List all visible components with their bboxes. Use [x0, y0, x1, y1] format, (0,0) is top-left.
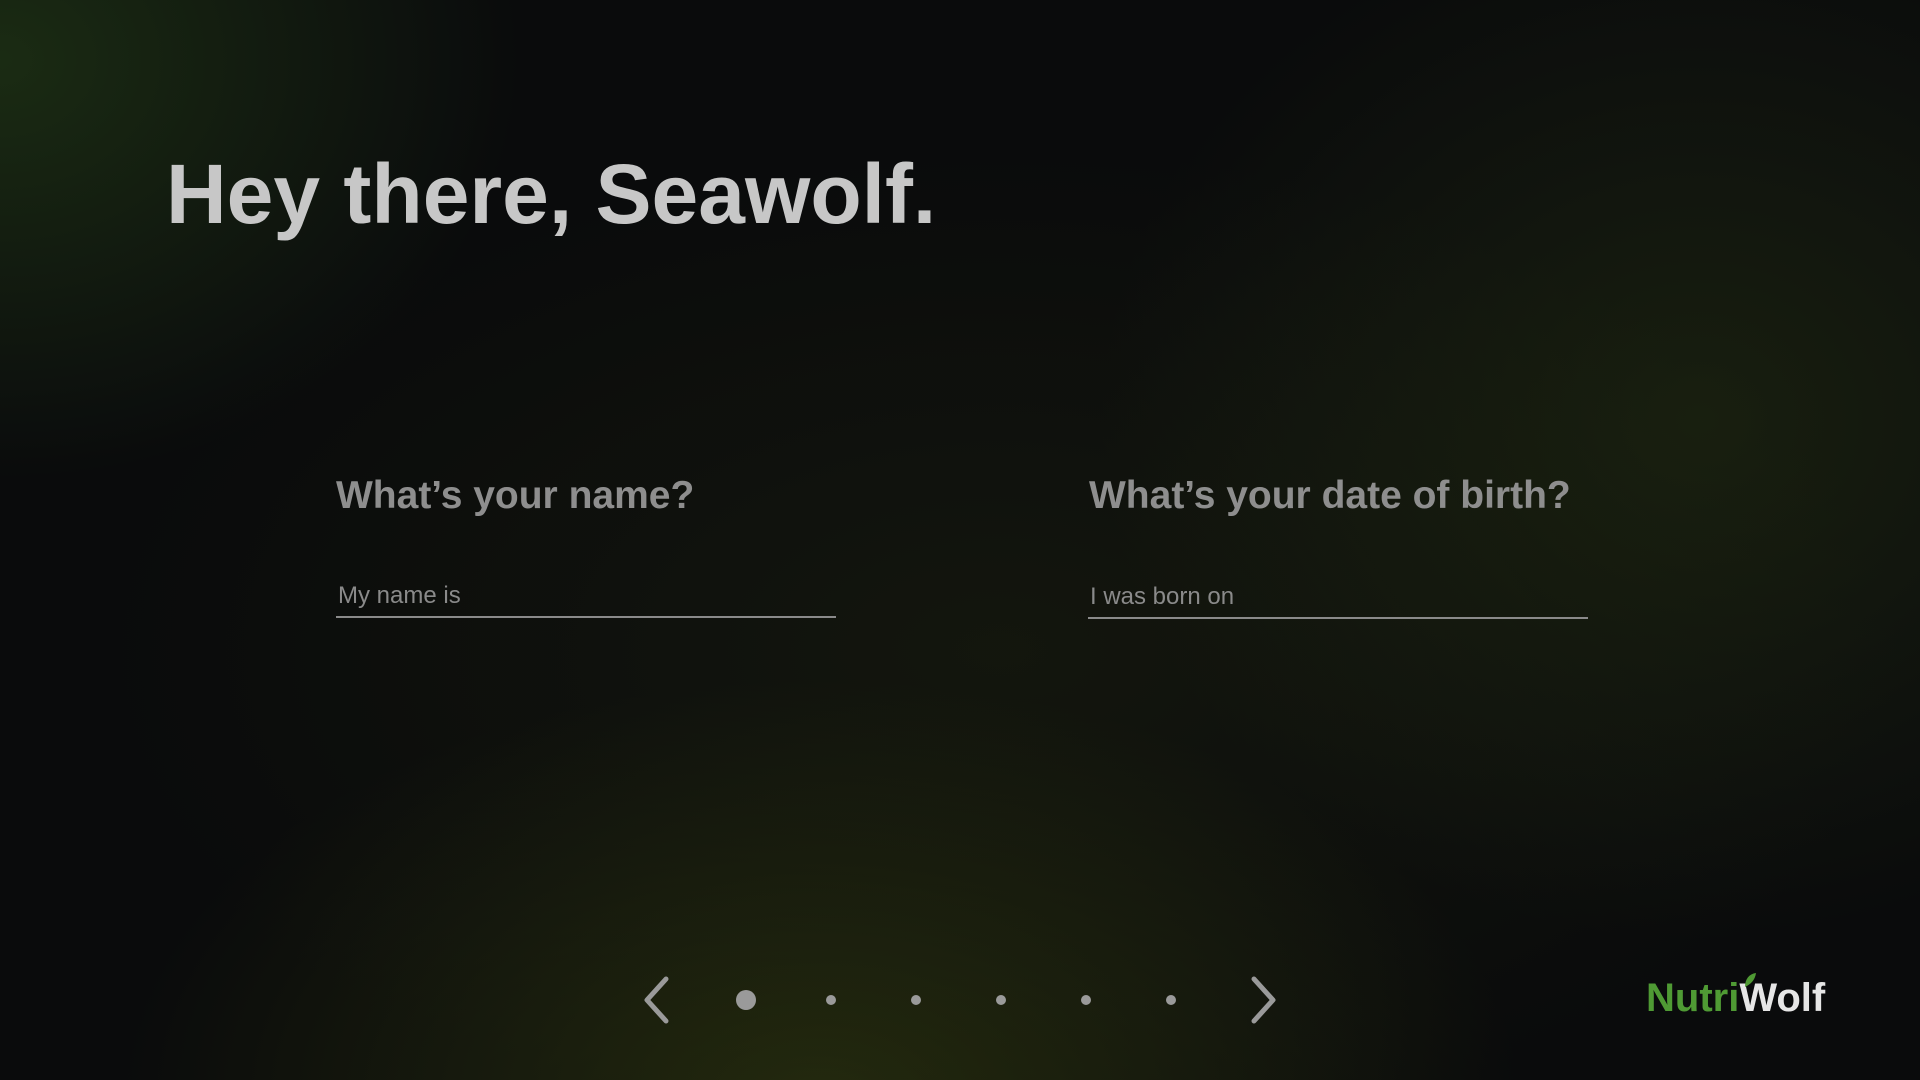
- step-dot[interactable]: [826, 995, 836, 1005]
- step-dot[interactable]: [996, 995, 1006, 1005]
- date-of-birth-input[interactable]: [1088, 577, 1588, 619]
- step-indicator: [726, 985, 1176, 1015]
- step-dot-active[interactable]: [736, 990, 756, 1010]
- step-dot[interactable]: [911, 995, 921, 1005]
- step-dot[interactable]: [1166, 995, 1176, 1005]
- page-title: Hey there, Seawolf.: [166, 147, 937, 241]
- chevron-right-icon: [1251, 976, 1276, 1024]
- step-dot[interactable]: [1081, 995, 1091, 1005]
- logo-text-nutri: Nutri: [1646, 976, 1740, 1020]
- name-question: What’s your name?: [336, 474, 695, 517]
- nutriwolf-logo: NutriWolf: [1646, 973, 1825, 1024]
- next-button[interactable]: [1243, 970, 1283, 1030]
- leaf-icon: [1745, 973, 1756, 987]
- previous-button[interactable]: [637, 970, 677, 1030]
- dob-question: What’s your date of birth?: [1089, 474, 1571, 517]
- name-input[interactable]: [336, 576, 836, 618]
- chevron-left-icon: [644, 976, 669, 1024]
